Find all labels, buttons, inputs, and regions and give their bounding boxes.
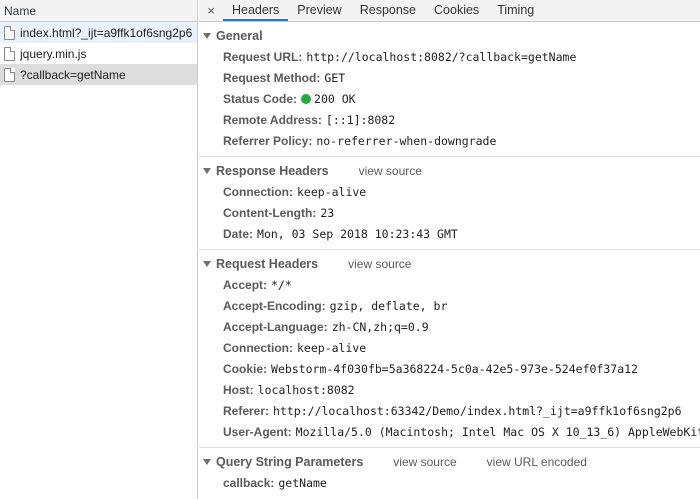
header-key: Request URL:: [223, 50, 303, 64]
details-tab-bar: × Headers Preview Response Cookies Timin…: [199, 0, 700, 22]
expand-triangle-icon: [203, 261, 211, 267]
header-value: no-referrer-when-downgrade: [316, 134, 497, 148]
query-string-section: Query String Parameters view source view…: [199, 451, 700, 498]
header-key: Accept-Encoding:: [223, 299, 326, 313]
request-name: jquery.min.js: [20, 46, 87, 61]
header-value: GET: [324, 71, 346, 85]
header-key: Connection:: [223, 185, 293, 199]
header-row: Connection: keep-alive: [199, 338, 700, 359]
query-string-header[interactable]: Query String Parameters view source view…: [199, 451, 700, 473]
header-row: Connection: keep-alive: [199, 182, 700, 203]
header-key: callback:: [223, 476, 275, 490]
response-headers-section: Response Headers view source Connection:…: [199, 160, 700, 250]
request-name: ?callback=getName: [20, 67, 126, 82]
header-value: keep-alive: [297, 341, 367, 355]
request-headers-header[interactable]: Request Headers view source: [199, 253, 700, 275]
header-value: http://localhost:63342/Demo/index.html?_…: [273, 404, 682, 418]
header-row: Cookie: Webstorm-4f030fb=5a368224-5c0a-42…: [199, 359, 700, 380]
tab-response[interactable]: Response: [351, 0, 425, 21]
header-value: zh-CN,zh;q=0.9: [331, 320, 429, 334]
header-value: [::1]:8082: [325, 113, 396, 127]
section-title: Query String Parameters: [216, 455, 364, 469]
document-icon: [4, 67, 15, 82]
header-row: Content-Length: 23: [199, 203, 700, 224]
header-row-remote-address: Remote Address: [::1]:8082: [199, 110, 700, 131]
general-section-header[interactable]: General: [199, 25, 700, 47]
document-icon: [4, 46, 15, 61]
header-value: keep-alive: [297, 185, 367, 199]
header-key: Remote Address:: [223, 113, 322, 127]
request-name: index.html?_ijt=a9ffk1of6sng2p6: [20, 25, 193, 40]
header-key: Referrer Policy:: [223, 134, 313, 148]
request-headers-section: Request Headers view source Accept: */* A…: [199, 253, 700, 448]
header-key: Status Code:: [223, 92, 298, 106]
header-value: gzip, deflate, br: [329, 299, 448, 313]
request-row-callback[interactable]: ?callback=getName: [0, 64, 197, 85]
expand-triangle-icon: [203, 168, 211, 174]
header-key: Cookie:: [223, 362, 268, 376]
header-value: http://localhost:8082/?callback=getName: [306, 50, 577, 64]
header-value: */*: [271, 278, 292, 292]
network-request-list: Name index.html?_ijt=a9ffk1of6sng2p6 jqu…: [0, 0, 198, 499]
header-value: Webstorm-4f030fb=5a368224-5c0a-42e5-973e…: [271, 362, 638, 376]
tab-cookies[interactable]: Cookies: [425, 0, 488, 21]
header-row-request-method: Request Method: GET: [199, 68, 700, 89]
view-url-encoded-link[interactable]: view URL encoded: [487, 455, 587, 469]
tab-timing[interactable]: Timing: [488, 0, 543, 21]
view-source-link[interactable]: view source: [359, 164, 422, 178]
header-key: Host:: [223, 383, 254, 397]
header-row: Accept: */*: [199, 275, 700, 296]
header-row-referrer-policy: Referrer Policy: no-referrer-when-downgra…: [199, 131, 700, 152]
header-row: Referer: http://localhost:63342/Demo/inde…: [199, 401, 700, 422]
header-row: Accept-Language: zh-CN,zh;q=0.9: [199, 317, 700, 338]
header-row: Accept-Encoding: gzip, deflate, br: [199, 296, 700, 317]
header-row: Host: localhost:8082: [199, 380, 700, 401]
header-key: Accept-Language:: [223, 320, 328, 334]
header-value: localhost:8082: [257, 383, 355, 397]
general-section: General Request URL: http://localhost:808…: [199, 25, 700, 157]
status-dot-icon: [301, 94, 312, 104]
header-value: 200 OK: [314, 92, 356, 106]
header-key: User-Agent:: [223, 425, 292, 439]
header-value: getName: [278, 476, 327, 490]
header-value: 23: [320, 206, 335, 220]
request-row-jquery[interactable]: jquery.min.js: [0, 43, 197, 64]
header-key: Referer:: [223, 404, 270, 418]
header-row-request-url: Request URL: http://localhost:8082/?callb…: [199, 47, 700, 68]
section-title: Response Headers: [216, 164, 329, 178]
view-source-link[interactable]: view source: [348, 257, 411, 271]
expand-triangle-icon: [203, 33, 211, 39]
header-value: Mon, 03 Sep 2018 10:23:43 GMT: [257, 227, 458, 241]
tab-headers[interactable]: Headers: [223, 0, 289, 21]
query-param-row: callback: getName: [199, 473, 700, 494]
request-details-panel: × Headers Preview Response Cookies Timin…: [199, 0, 700, 499]
section-title: Request Headers: [216, 257, 319, 271]
section-title: General: [216, 29, 263, 43]
header-row: Date: Mon, 03 Sep 2018 10:23:43 GMT: [199, 224, 700, 245]
header-key: Request Method:: [223, 71, 321, 85]
header-key: Connection:: [223, 341, 293, 355]
document-icon: [4, 25, 15, 40]
name-column-header[interactable]: Name: [0, 0, 197, 22]
header-row: User-Agent: Mozilla/5.0 (Macintosh; Intel…: [199, 422, 700, 443]
header-key: Date:: [223, 227, 254, 241]
request-row-index-html[interactable]: index.html?_ijt=a9ffk1of6sng2p6: [0, 22, 197, 43]
view-source-link[interactable]: view source: [393, 455, 456, 469]
response-headers-header[interactable]: Response Headers view source: [199, 160, 700, 182]
header-key: Content-Length:: [223, 206, 317, 220]
header-key: Accept:: [223, 278, 268, 292]
expand-triangle-icon: [203, 459, 211, 465]
close-icon[interactable]: ×: [199, 0, 223, 21]
header-row-status-code: Status Code: 200 OK: [199, 89, 700, 110]
tab-preview[interactable]: Preview: [288, 0, 350, 21]
header-value: Mozilla/5.0 (Macintosh; Intel Mac OS X 1…: [295, 425, 700, 439]
